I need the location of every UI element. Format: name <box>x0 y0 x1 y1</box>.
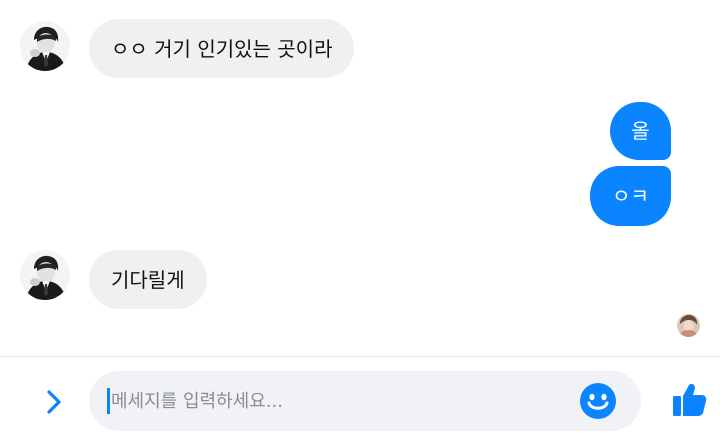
message-text: ㅇㅋ <box>612 184 649 208</box>
message-text: 올 <box>631 119 650 143</box>
emoji-button[interactable] <box>579 382 617 420</box>
message-bubble-incoming[interactable]: 기다릴게 <box>89 250 207 309</box>
chevron-right-icon <box>47 390 61 414</box>
message-text: ㅇㅇ 거기 인기있는 곳이라 <box>111 36 333 61</box>
message-bubble-outgoing[interactable]: ㅇㅋ <box>590 166 671 226</box>
message-composer <box>0 357 720 443</box>
message-input-container[interactable] <box>89 371 641 431</box>
contact-avatar[interactable] <box>20 21 70 71</box>
message-bubble-outgoing[interactable]: 올 <box>610 102 671 160</box>
expand-actions-button[interactable] <box>36 384 72 420</box>
thumbs-up-icon <box>673 384 707 416</box>
seen-avatar <box>677 314 700 337</box>
message-input[interactable] <box>111 371 571 431</box>
smiley-icon <box>580 383 616 419</box>
message-bubble-incoming[interactable]: ㅇㅇ 거기 인기있는 곳이라 <box>89 19 355 78</box>
like-button[interactable] <box>670 381 708 419</box>
text-caret <box>107 388 110 414</box>
contact-avatar[interactable] <box>20 250 70 300</box>
message-text: 기다릴게 <box>111 267 185 292</box>
